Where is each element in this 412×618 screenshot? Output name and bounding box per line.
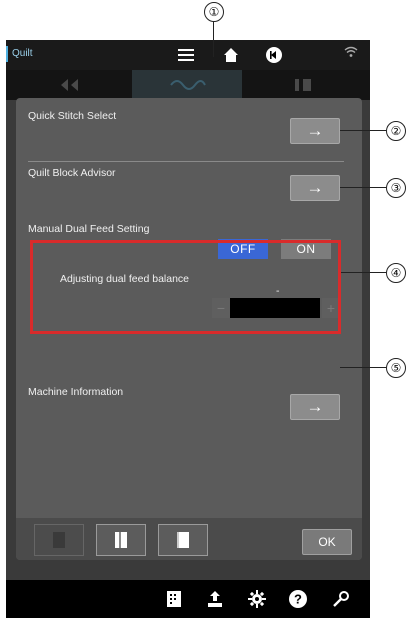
dialog-footer: OK <box>16 518 362 560</box>
callout-5: ⑤ <box>386 358 406 378</box>
callout-2: ② <box>386 121 406 141</box>
machine-info-button[interactable]: → <box>290 394 340 420</box>
quick-stitch-label: Quick Stitch Select <box>28 110 117 122</box>
presser-foot-option-3[interactable] <box>158 524 208 556</box>
callout-4: ④ <box>386 263 406 283</box>
upload-icon[interactable] <box>204 588 226 610</box>
dual-feed-label: Manual Dual Feed Setting <box>28 223 150 235</box>
ok-button[interactable]: OK <box>302 529 352 555</box>
callout-4-line <box>341 272 386 273</box>
callout-2-line <box>340 130 386 131</box>
top-bar: Quilt <box>6 40 370 70</box>
tab-stitch-icon[interactable] <box>16 70 126 100</box>
presser-foot-option-1[interactable] <box>34 524 84 556</box>
quilt-block-label: Quilt Block Advisor <box>28 167 116 179</box>
wrench-icon[interactable] <box>330 588 352 610</box>
wifi-icon <box>344 46 358 61</box>
bottom-toolbar: ? <box>6 580 370 618</box>
app-title: Quilt <box>12 48 33 59</box>
presser-foot-option-2[interactable] <box>96 524 146 556</box>
category-tabs <box>6 70 370 100</box>
machine-info-label: Machine Information <box>28 386 124 398</box>
callout-3-line <box>340 187 386 188</box>
callout-1-line <box>213 21 214 57</box>
title-accent <box>6 46 8 62</box>
quilt-block-button[interactable]: → <box>290 175 340 201</box>
help-icon[interactable]: ? <box>287 588 309 610</box>
home-icon[interactable] <box>220 44 242 66</box>
stitch-chart-icon[interactable] <box>163 588 185 610</box>
tab-decorative-icon[interactable] <box>132 70 242 100</box>
callout-1: ① <box>204 2 224 22</box>
callout-5-line <box>340 367 386 368</box>
quick-stitch-button[interactable]: → <box>290 118 340 144</box>
svg-text:?: ? <box>294 592 302 607</box>
divider <box>28 161 344 162</box>
menu-icon[interactable] <box>175 44 197 66</box>
dual-feed-highlight-box <box>30 240 341 334</box>
gear-icon[interactable] <box>246 588 268 610</box>
back-icon[interactable] <box>263 44 285 66</box>
tab-buttonhole-icon[interactable] <box>248 70 358 100</box>
callout-3: ③ <box>386 178 406 198</box>
